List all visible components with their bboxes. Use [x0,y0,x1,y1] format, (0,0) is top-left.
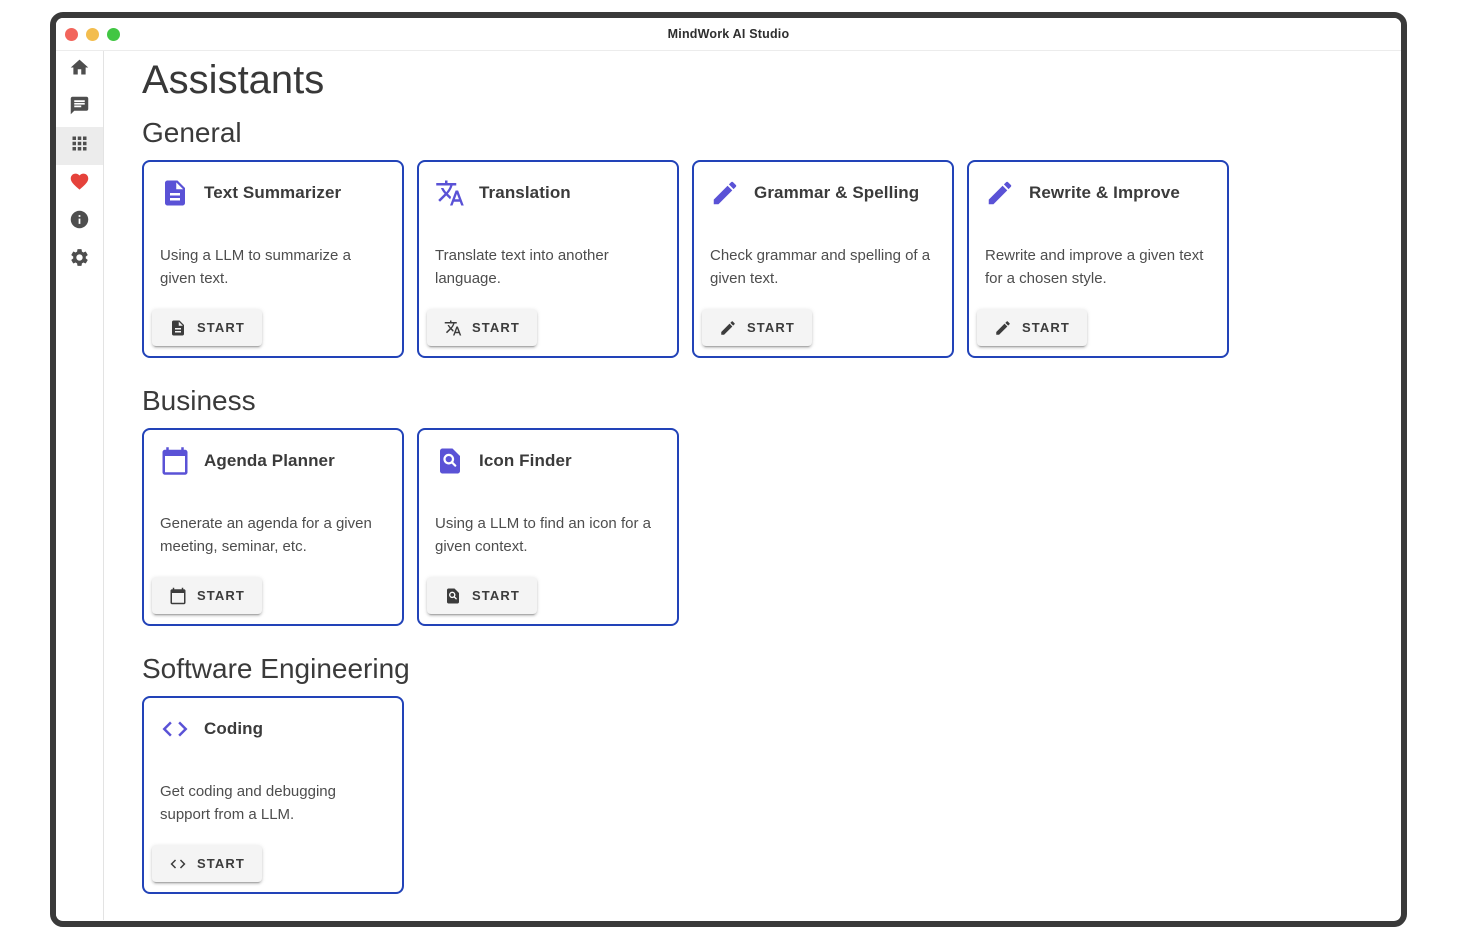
card-row: Coding Get coding and debugging support … [142,696,1377,894]
page-title: Assistants [142,56,1377,104]
sidebar-item-chat[interactable] [56,89,103,127]
start-button[interactable]: START [427,577,537,614]
screen: MindWork AI Studio Assistants General Te… [0,0,1457,949]
assistant-section: Business Agenda Planner Generate an agen… [142,384,1377,626]
card-title: Grammar & Spelling [754,183,919,203]
translate-icon [444,319,462,337]
start-button[interactable]: START [152,577,262,614]
code-icon [169,855,187,873]
window-title: MindWork AI Studio [56,27,1401,41]
sidebar-item-favorites[interactable] [56,165,103,203]
card-header: Rewrite & Improve [969,162,1227,208]
card-row: Text Summarizer Using a LLM to summarize… [142,160,1377,358]
card-title: Icon Finder [479,451,572,471]
start-button[interactable]: START [702,309,812,346]
section-heading: Business [142,384,1377,418]
card-description: Generate an agenda for a given meeting, … [144,512,402,558]
apps-grid-icon [69,133,90,159]
card-actions: START [419,309,677,356]
heart-icon [69,171,90,197]
pencil-icon [994,319,1012,337]
card-header: Grammar & Spelling [694,162,952,208]
minimize-window-button[interactable] [86,28,99,41]
card-header: Agenda Planner [144,430,402,476]
assistant-card: Agenda Planner Generate an agenda for a … [142,428,404,626]
assistant-card: Translation Translate text into another … [417,160,679,358]
window-body: Assistants General Text Summarizer Using… [56,51,1401,920]
sidebar-item-assistants[interactable] [56,127,103,165]
card-row: Agenda Planner Generate an agenda for a … [142,428,1377,626]
start-button[interactable]: START [152,309,262,346]
card-description: Using a LLM to find an icon for a given … [419,512,677,558]
code-icon [160,714,190,744]
card-description: Using a LLM to summarize a given text. [144,244,402,290]
start-button-label: START [472,320,520,335]
card-header: Translation [419,162,677,208]
start-button[interactable]: START [427,309,537,346]
info-icon [69,209,90,235]
gear-icon [69,247,90,273]
translate-icon [435,178,465,208]
start-button-label: START [197,856,245,871]
pencil-icon [710,178,740,208]
calendar-icon [169,587,187,605]
start-button[interactable]: START [977,309,1087,346]
assistant-section: Software Engineering Coding Get coding a… [142,652,1377,894]
card-title: Agenda Planner [204,451,335,471]
card-header: Coding [144,698,402,744]
zoom-window-button[interactable] [107,28,120,41]
home-icon [69,57,90,83]
calendar-icon [160,446,190,476]
card-description: Translate text into another language. [419,244,677,290]
start-button-label: START [197,320,245,335]
section-heading: Software Engineering [142,652,1377,686]
card-title: Translation [479,183,571,203]
card-actions: START [144,309,402,356]
sidebar [56,51,104,920]
sidebar-item-settings[interactable] [56,241,103,279]
titlebar: MindWork AI Studio [56,18,1401,51]
card-actions: START [969,309,1227,356]
pencil-icon [985,178,1015,208]
card-actions: START [694,309,952,356]
start-button-label: START [472,588,520,603]
card-header: Text Summarizer [144,162,402,208]
card-actions: START [144,845,402,892]
sidebar-item-home[interactable] [56,51,103,89]
start-button-label: START [747,320,795,335]
assistant-card: Text Summarizer Using a LLM to summarize… [142,160,404,358]
card-actions: START [144,577,402,624]
main-content: Assistants General Text Summarizer Using… [104,51,1401,920]
icon-search-icon [444,587,462,605]
traffic-lights [56,28,120,41]
pencil-icon [719,319,737,337]
sections-container: General Text Summarizer Using a LLM to s… [142,116,1377,894]
chat-icon [69,95,90,121]
start-button[interactable]: START [152,845,262,882]
card-description: Rewrite and improve a given text for a c… [969,244,1227,290]
assistant-card: Icon Finder Using a LLM to find an icon … [417,428,679,626]
sidebar-item-about[interactable] [56,203,103,241]
document-icon [160,178,190,208]
card-description: Check grammar and spelling of a given te… [694,244,952,290]
assistant-card: Rewrite & Improve Rewrite and improve a … [967,160,1229,358]
card-title: Text Summarizer [204,183,341,203]
section-heading: General [142,116,1377,150]
assistant-section: General Text Summarizer Using a LLM to s… [142,116,1377,358]
card-header: Icon Finder [419,430,677,476]
card-title: Coding [204,719,263,739]
assistant-card: Coding Get coding and debugging support … [142,696,404,894]
card-actions: START [419,577,677,624]
app-window: MindWork AI Studio Assistants General Te… [50,12,1407,927]
card-title: Rewrite & Improve [1029,183,1180,203]
start-button-label: START [1022,320,1070,335]
assistant-card: Grammar & Spelling Check grammar and spe… [692,160,954,358]
icon-search-icon [435,446,465,476]
card-description: Get coding and debugging support from a … [144,780,402,826]
start-button-label: START [197,588,245,603]
document-icon [169,319,187,337]
close-window-button[interactable] [65,28,78,41]
